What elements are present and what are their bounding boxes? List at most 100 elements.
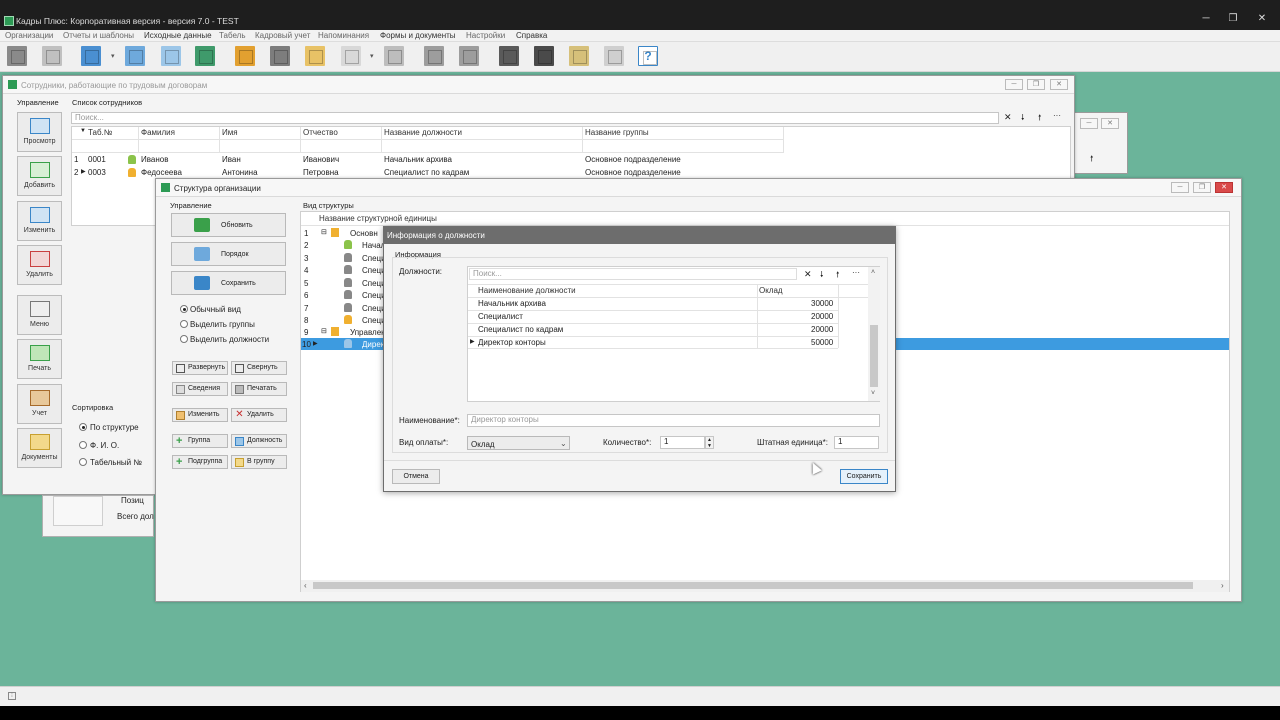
add-subgroup-button[interactable]: + Подгруппа bbox=[172, 455, 228, 469]
scrollbar-thumb[interactable] bbox=[870, 325, 878, 387]
menu-hr[interactable]: Кадровый учет bbox=[255, 31, 310, 40]
menu-settings[interactable]: Настройки bbox=[466, 31, 505, 40]
maximize-button[interactable]: ❐ bbox=[1193, 182, 1211, 193]
info-button[interactable]: Сведения bbox=[172, 382, 228, 396]
checklist-icon[interactable] bbox=[341, 46, 361, 66]
sort-by-structure-radio[interactable] bbox=[79, 423, 87, 431]
more-options-icon[interactable]: ··· bbox=[1053, 111, 1061, 120]
edit-button[interactable]: Изменить bbox=[17, 201, 62, 241]
collapse-button[interactable]: Свернуть bbox=[231, 361, 287, 375]
report-icon[interactable] bbox=[569, 46, 589, 66]
tools-icon[interactable] bbox=[499, 46, 519, 66]
column-header-position-name[interactable]: Наименование должности bbox=[478, 286, 576, 295]
help-icon[interactable]: ? bbox=[638, 46, 658, 66]
column-header-salary[interactable]: Оклад bbox=[759, 286, 783, 295]
move-up-icon[interactable]: 🠕 bbox=[1090, 153, 1093, 167]
scrollbar-thumb[interactable] bbox=[313, 582, 1193, 589]
menu-source-data[interactable]: Исходные данные bbox=[144, 31, 212, 40]
move-to-group-button[interactable]: В группу bbox=[231, 455, 287, 469]
menu-help[interactable]: Справка bbox=[516, 31, 547, 40]
chevron-down-icon[interactable]: ▾ bbox=[370, 52, 374, 60]
maximize-button[interactable]: ❐ bbox=[1027, 79, 1045, 90]
quantity-stepper[interactable]: ▲ ▼ bbox=[705, 436, 714, 449]
employee-search-input[interactable]: Поиск... bbox=[71, 112, 999, 124]
close-button[interactable]: ✕ bbox=[1252, 12, 1272, 26]
quantity-input[interactable]: 1 bbox=[660, 436, 705, 449]
sort-by-name-radio[interactable] bbox=[79, 441, 87, 449]
chart-icon[interactable] bbox=[235, 46, 255, 66]
register-icon[interactable] bbox=[384, 46, 404, 66]
column-header-lastname[interactable]: Фамилия bbox=[141, 128, 175, 137]
pay-type-select[interactable]: Оклад ⌄ bbox=[467, 436, 570, 450]
add-group-button[interactable]: + Группа bbox=[172, 434, 228, 448]
cards-icon[interactable] bbox=[161, 46, 181, 66]
monitor-icon[interactable] bbox=[534, 46, 554, 66]
minimize-button[interactable]: ─ bbox=[1171, 182, 1189, 193]
minimize-button[interactable]: ─ bbox=[1080, 118, 1098, 129]
normal-view-radio[interactable] bbox=[180, 305, 188, 313]
delete-unit-button[interactable]: ✕ Удалить bbox=[231, 408, 287, 422]
print-button[interactable]: Печать bbox=[17, 339, 62, 379]
calendar-icon[interactable] bbox=[424, 46, 444, 66]
status-grid-icon[interactable]: ⁞ bbox=[8, 692, 16, 700]
close-button[interactable]: ✕ bbox=[1215, 182, 1233, 193]
restore-button[interactable]: ❐ bbox=[1223, 12, 1243, 26]
view-button[interactable]: Просмотр bbox=[17, 112, 62, 152]
person-icon bbox=[344, 253, 352, 262]
minimize-button[interactable]: ─ bbox=[1196, 12, 1216, 26]
table-view-icon[interactable] bbox=[81, 46, 101, 66]
accounting-button[interactable]: Учет bbox=[17, 384, 62, 424]
move-down-icon[interactable]: 🠗 bbox=[820, 269, 823, 283]
archive-icon[interactable] bbox=[270, 46, 290, 66]
cancel-button[interactable]: Отмена bbox=[392, 469, 440, 484]
grid-icon[interactable] bbox=[459, 46, 479, 66]
clear-search-icon[interactable]: ✕ bbox=[804, 269, 812, 280]
move-up-icon[interactable]: 🠕 bbox=[836, 269, 839, 283]
edit-unit-button[interactable]: Изменить bbox=[172, 408, 228, 422]
staff-unit-input[interactable]: 1 bbox=[834, 436, 879, 449]
add-button[interactable]: Добавить bbox=[17, 156, 62, 196]
horizontal-scrollbar[interactable]: ‹ › bbox=[301, 580, 1229, 592]
tree-structure-icon[interactable] bbox=[125, 46, 145, 66]
move-up-icon[interactable]: 🠕 bbox=[1038, 112, 1041, 126]
minimize-button[interactable]: ─ bbox=[1005, 79, 1023, 90]
clear-search-icon[interactable]: ✕ bbox=[1004, 112, 1012, 123]
menu-forms[interactable]: Формы и документы bbox=[380, 31, 456, 40]
column-header-middlename[interactable]: Отчество bbox=[303, 128, 338, 137]
documents-button[interactable]: Документы bbox=[17, 428, 62, 468]
expand-button[interactable]: Развернуть bbox=[172, 361, 228, 375]
move-down-icon[interactable]: 🠗 bbox=[1021, 112, 1024, 126]
highlight-groups-radio[interactable] bbox=[180, 320, 188, 328]
menu-organizations[interactable]: Организации bbox=[5, 31, 53, 40]
menu-button[interactable]: Меню bbox=[17, 295, 62, 335]
print-structure-button[interactable]: Печатать bbox=[231, 382, 287, 396]
print-icon[interactable] bbox=[604, 46, 624, 66]
column-header-firstname[interactable]: Имя bbox=[222, 128, 238, 137]
save-button[interactable]: Сохранить bbox=[840, 469, 888, 484]
position-name-input[interactable]: Директор конторы bbox=[467, 414, 880, 427]
close-button[interactable]: ✕ bbox=[1101, 118, 1119, 129]
edit-document-icon[interactable] bbox=[42, 46, 62, 66]
refresh-button[interactable]: Обновить bbox=[171, 213, 286, 237]
exit-icon[interactable] bbox=[195, 46, 215, 66]
folder-icon[interactable] bbox=[305, 46, 325, 66]
highlight-positions-radio[interactable] bbox=[180, 335, 188, 343]
add-position-button[interactable]: Должность bbox=[231, 434, 287, 448]
column-header-tab[interactable]: Таб.№ bbox=[88, 128, 112, 137]
sort-by-number-radio[interactable] bbox=[79, 458, 87, 466]
menu-reports[interactable]: Отчеты и шаблоны bbox=[63, 31, 134, 40]
more-options-icon[interactable]: ··· bbox=[852, 268, 860, 277]
new-document-icon[interactable] bbox=[7, 46, 27, 66]
chevron-down-icon[interactable]: ▾ bbox=[111, 52, 115, 60]
close-button[interactable]: ✕ bbox=[1050, 79, 1068, 90]
edit-icon bbox=[176, 411, 185, 420]
order-button[interactable]: Порядок bbox=[171, 242, 286, 266]
menu-timesheet[interactable]: Табель bbox=[219, 31, 246, 40]
delete-button[interactable]: Удалить bbox=[17, 245, 62, 285]
menu-reminders[interactable]: Напоминания bbox=[318, 31, 369, 40]
column-header-group[interactable]: Название группы bbox=[585, 128, 649, 137]
vertical-scrollbar[interactable]: ˄ ˅ bbox=[868, 267, 880, 401]
positions-search-input[interactable]: Поиск... bbox=[469, 268, 797, 280]
save-structure-button[interactable]: Сохранить bbox=[171, 271, 286, 295]
column-header-position[interactable]: Название должности bbox=[384, 128, 462, 137]
